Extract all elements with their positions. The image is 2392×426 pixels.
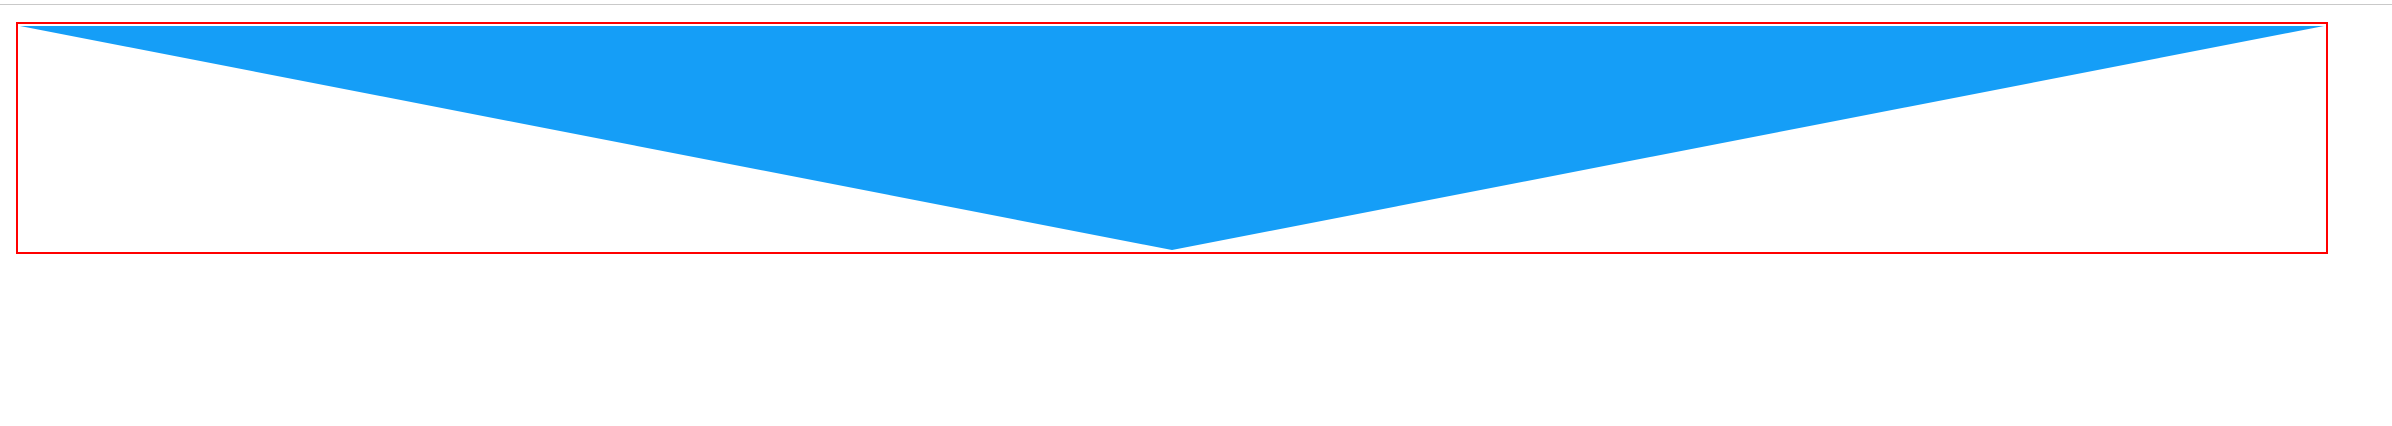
down-triangle-shape [19, 25, 2325, 251]
render-frame [16, 22, 2328, 254]
top-divider [0, 4, 2392, 5]
triangle-canvas [19, 25, 2325, 251]
